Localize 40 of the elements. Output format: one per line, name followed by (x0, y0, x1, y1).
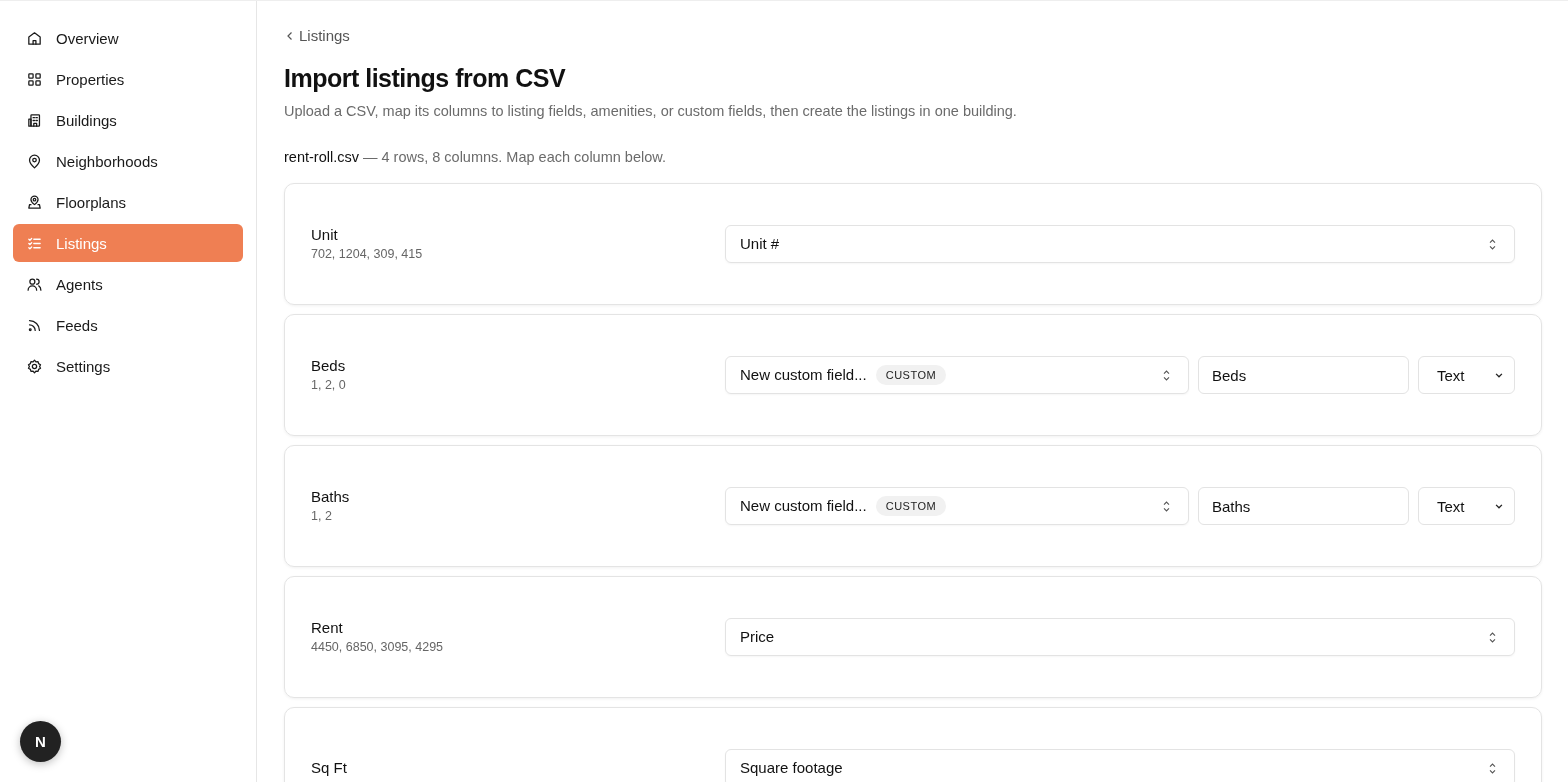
dev-badge[interactable]: N (20, 721, 61, 762)
sidebar-item[interactable]: Floorplans (13, 183, 243, 221)
field-type-select[interactable]: Text (1418, 356, 1515, 394)
page-description: Upload a CSV, map its columns to listing fields, amenities, or custom fields, then create the listings in one building. (284, 103, 1018, 119)
map-pin-icon (26, 152, 43, 170)
column-name: Unit (311, 226, 339, 244)
mapping-select[interactable]: New custom field... CUSTOM (725, 487, 1189, 525)
column-name: Rent (311, 619, 344, 637)
field-type-select[interactable]: Text (1418, 487, 1515, 525)
sidebar-item[interactable]: Agents (13, 265, 243, 303)
settings-icon (26, 357, 43, 375)
sample-values: 1, 2 (311, 509, 333, 524)
sample-values: 702, 1204, 309, 415 (311, 247, 424, 262)
sidebar-item[interactable]: Feeds (13, 306, 243, 344)
mapping-select[interactable]: New custom field... CUSTOM (725, 356, 1189, 394)
sidebar-item[interactable]: Buildings (13, 101, 243, 139)
column-name: Beds (311, 357, 347, 375)
column-name: Baths (311, 488, 351, 506)
mapping-select[interactable]: Unit # (725, 225, 1515, 263)
file-summary: — 4 rows, 8 columns. Map each column below. (362, 149, 666, 165)
back-link[interactable]: Listings (284, 27, 350, 44)
mapping-select[interactable]: Square footage (725, 749, 1515, 782)
sidebar-item[interactable]: Overview (13, 19, 243, 57)
house-icon (26, 29, 43, 47)
field-name-input[interactable]: Baths (1198, 487, 1409, 525)
sidebar-item[interactable]: Properties (13, 60, 243, 98)
sidebar-item[interactable]: Settings (13, 347, 243, 385)
field-name-input[interactable]: Beds (1198, 356, 1409, 394)
sample-values: 1, 2, 0 (311, 378, 347, 393)
page-title: Import listings from CSV (284, 64, 567, 93)
building-icon (26, 111, 43, 129)
mapping-select[interactable]: Price (725, 618, 1515, 656)
file-name: rent-roll.csv (284, 149, 359, 165)
grid-icon (26, 70, 43, 88)
sample-values: 4450, 6850, 3095, 4295 (311, 640, 445, 655)
column-name: Sq Ft (311, 759, 348, 777)
sidebar-item[interactable]: Neighborhoods (13, 142, 243, 180)
custom-badge: CUSTOM (875, 496, 947, 516)
custom-badge: CUSTOM (875, 365, 947, 385)
person-pin-icon (26, 193, 43, 211)
